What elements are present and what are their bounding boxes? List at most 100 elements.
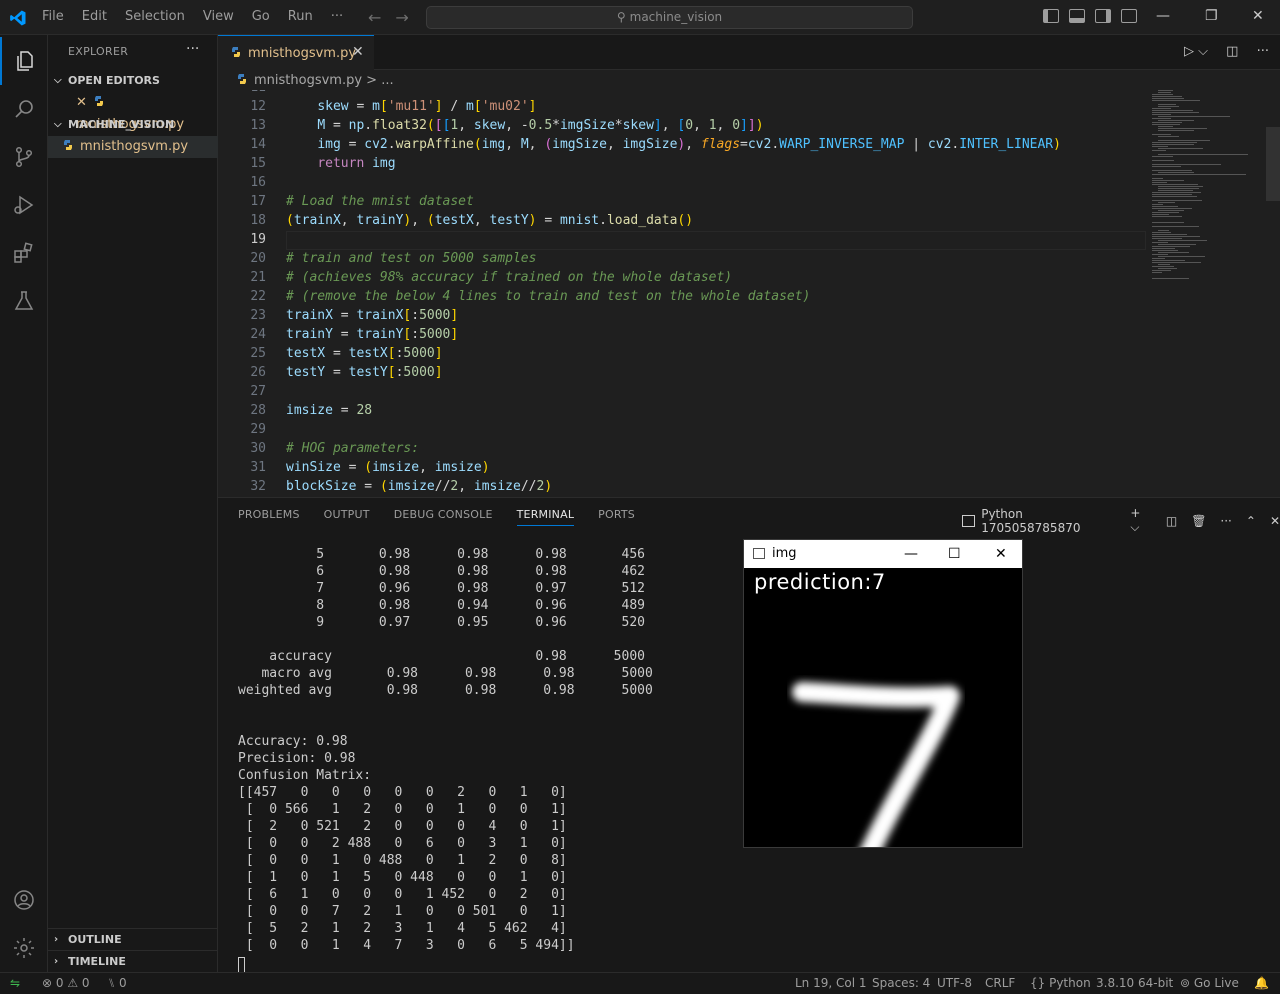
editor-tab[interactable]: mnisthogsvm.py ✕ (218, 35, 374, 70)
vscode-logo-icon (10, 10, 26, 26)
chevron-right-icon: › (54, 956, 59, 967)
menu-bar: File Edit Selection View Go Run ··· (42, 9, 361, 24)
menu-run[interactable]: Run (288, 9, 313, 24)
minimap-line (1152, 98, 1185, 99)
panel-actions: Python 1705058785870 + ⌵ ◫ 🗑 ··· ⌃ ✕ (962, 506, 1280, 535)
menu-selection[interactable]: Selection (125, 9, 185, 24)
minimap-line (1152, 164, 1222, 165)
toggle-secondary-sidebar-icon[interactable] (1095, 9, 1111, 23)
open-editor-item[interactable]: ✕mnisthogsvm.py (48, 92, 218, 132)
tab-terminal[interactable]: TERMINAL (516, 508, 575, 526)
go-live[interactable]: ⊚ Go Live (1180, 976, 1239, 990)
toggle-primary-sidebar-icon[interactable] (1043, 9, 1059, 23)
chevron-down-icon: ⌵ (54, 119, 62, 130)
extensions-icon[interactable] (0, 229, 48, 277)
split-terminal-icon[interactable]: ◫ (1166, 514, 1177, 528)
minimize-icon[interactable]: — (904, 540, 918, 568)
back-arrow-icon[interactable]: ← (368, 8, 381, 27)
close-tab-icon[interactable]: ✕ (352, 44, 364, 60)
cursor-position[interactable]: Ln 19, Col 1 (795, 976, 867, 990)
command-center-search[interactable]: ⚲ machine_vision (426, 6, 913, 29)
tab-debug-console[interactable]: DEBUG CONSOLE (394, 508, 493, 526)
open-editors-section[interactable]: ⌵ OPEN EDITORS (48, 70, 218, 92)
minimap-line (1152, 122, 1182, 123)
interpreter[interactable]: 3.8.10 64-bit (1096, 976, 1173, 990)
remote-icon[interactable]: ⇋ (0, 973, 30, 994)
menu-more[interactable]: ··· (331, 9, 343, 24)
close-editor-icon[interactable]: ✕ (76, 95, 87, 110)
problems-status[interactable]: ⊗ 0 ⚠ 0 (42, 976, 90, 990)
line-number: 19 (250, 232, 266, 247)
menu-view[interactable]: View (203, 9, 234, 24)
timeline-section[interactable]: › TIMELINE (48, 950, 218, 972)
minimap-line (1158, 92, 1172, 93)
new-terminal-icon[interactable]: + ⌵ (1130, 506, 1151, 535)
forward-arrow-icon[interactable]: → (395, 8, 408, 27)
menu-edit[interactable]: Edit (82, 9, 107, 24)
settings-gear-icon[interactable] (0, 924, 48, 972)
code-line: # Load the mnist dataset (286, 194, 474, 209)
run-python-icon[interactable]: ▷ ⌵ (1184, 44, 1208, 59)
folder-section[interactable]: ⌵ MACHINE_VISION (48, 114, 218, 136)
line-number: 25 (250, 346, 266, 361)
minimap-line (1158, 244, 1197, 245)
breadcrumb[interactable]: mnisthogsvm.py > ... (236, 73, 394, 88)
line-number: 28 (250, 403, 266, 418)
code-editor[interactable]: 11 12 skew = m['mu11'] / m['mu02'] 13 M = … (218, 90, 1280, 497)
close-icon[interactable]: ✕ (995, 540, 1007, 568)
search-view-icon[interactable] (0, 85, 48, 133)
minimap-line (1152, 110, 1193, 111)
minimap-line (1152, 114, 1172, 115)
customize-layout-icon[interactable] (1121, 9, 1137, 23)
indentation[interactable]: Spaces: 4 (872, 976, 930, 990)
trash-icon[interactable]: 🗑 (1191, 514, 1206, 528)
language-mode[interactable]: {} Python (1030, 976, 1091, 990)
minimap-line (1152, 272, 1163, 273)
minimap-line (1152, 118, 1171, 119)
tab-problems[interactable]: PROBLEMS (238, 508, 300, 526)
minimap-line (1152, 242, 1169, 243)
image-window-titlebar[interactable]: img — ☐ ✕ (744, 540, 1022, 568)
more-icon[interactable]: ··· (1220, 514, 1231, 528)
line-ending[interactable]: CRLF (985, 976, 1015, 990)
tab-ports[interactable]: PORTS (598, 508, 635, 526)
toggle-panel-icon[interactable] (1069, 9, 1085, 23)
maximize-panel-icon[interactable]: ⌃ (1246, 514, 1256, 528)
maximize-icon[interactable]: ☐ (948, 540, 961, 568)
terminal-name[interactable]: Python 1705058785870 (981, 507, 1116, 535)
source-control-icon[interactable] (0, 133, 48, 181)
minimap-line (1158, 186, 1204, 187)
line-number: 31 (250, 460, 266, 475)
accounts-icon[interactable] (0, 876, 48, 924)
outline-section[interactable]: › OUTLINE (48, 928, 218, 950)
restore-window-icon[interactable]: ❐ (1205, 8, 1218, 24)
terminal-output[interactable]: 5 0.98 0.98 0.98 456 6 0.98 0.98 0.98 46… (238, 546, 653, 954)
split-editor-icon[interactable]: ◫ (1226, 44, 1238, 59)
minimap[interactable] (1152, 90, 1262, 390)
image-window-title: img (772, 546, 797, 561)
testing-flask-icon[interactable] (0, 277, 48, 325)
menu-go[interactable]: Go (252, 9, 270, 24)
explorer-more-icon[interactable]: ··· (186, 41, 199, 57)
panel-tabs: PROBLEMS OUTPUT DEBUG CONSOLE TERMINAL P… (238, 508, 659, 526)
minimap-line (1152, 94, 1174, 95)
code-line: # (remove the below 4 lines to train and… (286, 289, 811, 304)
minimap-line (1152, 182, 1167, 183)
vertical-scrollbar[interactable] (1266, 127, 1280, 201)
code-line: testX = testX[:5000] (286, 346, 443, 361)
more-actions-icon[interactable]: ··· (1257, 44, 1269, 59)
menu-file[interactable]: File (42, 9, 64, 24)
encoding[interactable]: UTF-8 (937, 976, 972, 990)
notifications-bell-icon[interactable]: 🔔 (1254, 976, 1269, 990)
run-debug-icon[interactable] (0, 181, 48, 229)
minimize-window-icon[interactable]: — (1156, 8, 1170, 24)
close-panel-icon[interactable]: ✕ (1270, 514, 1280, 528)
image-window[interactable]: img — ☐ ✕ prediction:7 (743, 539, 1023, 848)
ports-status[interactable]: ⑊ 0 (108, 976, 127, 990)
close-window-icon[interactable]: ✕ (1252, 8, 1264, 24)
editor-tabs: mnisthogsvm.py ✕ ▷ ⌵ ◫ ··· (218, 35, 1280, 70)
tree-file-item[interactable]: mnisthogsvm.py (48, 136, 218, 158)
explorer-icon[interactable] (0, 37, 48, 85)
navigation: ← → (368, 8, 423, 27)
tab-output[interactable]: OUTPUT (324, 508, 370, 526)
